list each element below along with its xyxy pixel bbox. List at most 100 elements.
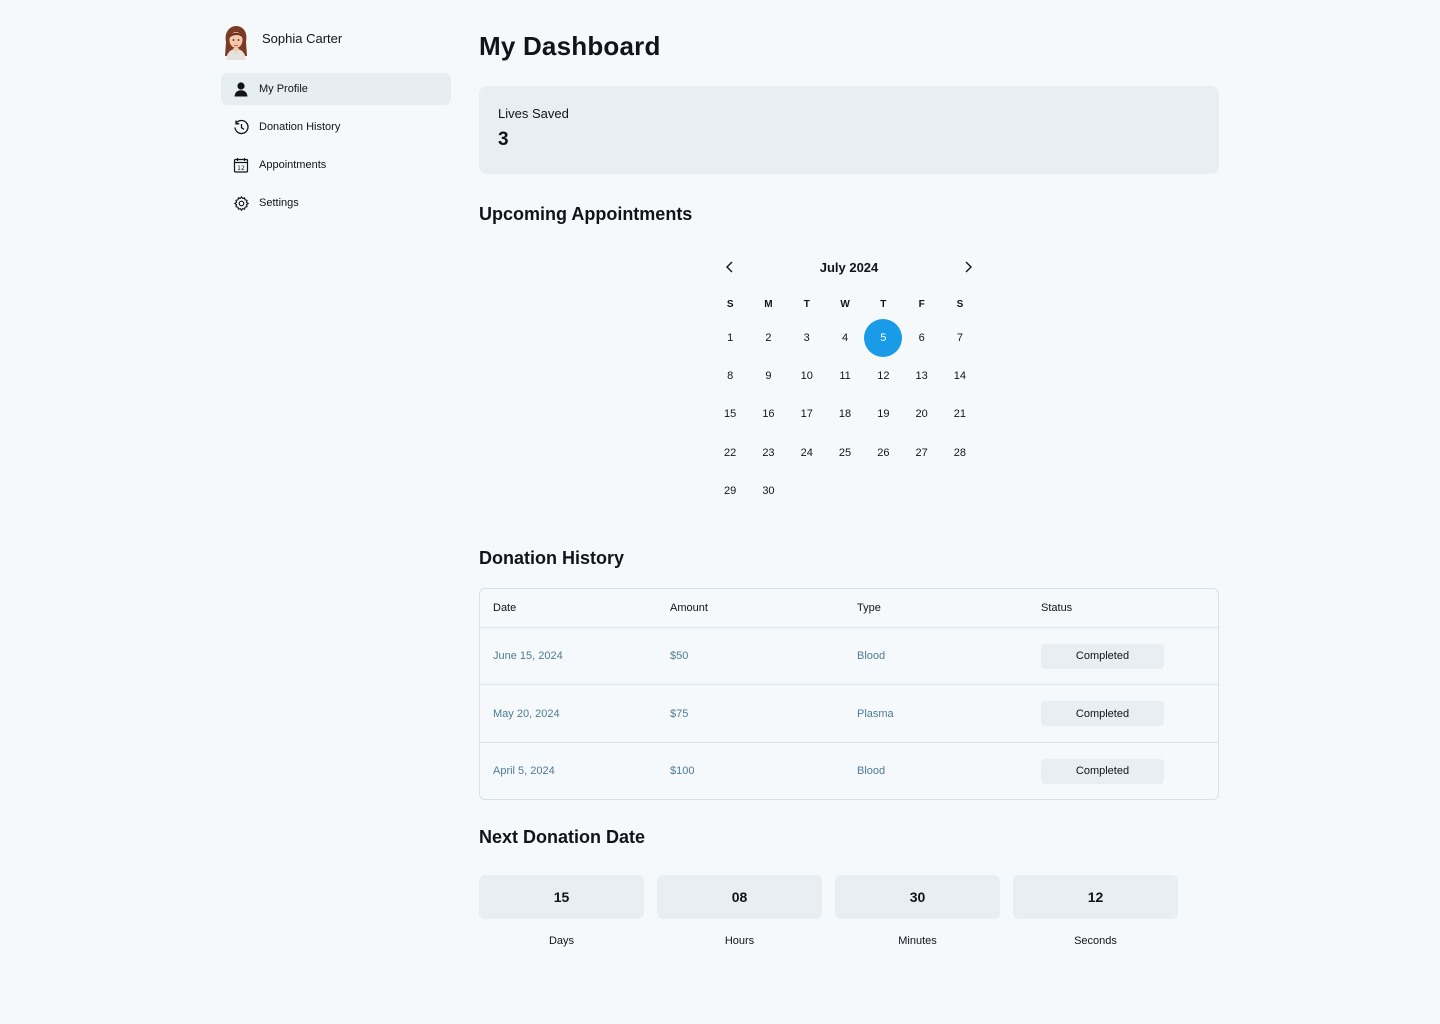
calendar-day-number: 11 bbox=[839, 370, 851, 383]
main-content: My Dashboard Lives Saved 3 Upcoming Appo… bbox=[479, 28, 1219, 947]
calendar-day-number: 3 bbox=[803, 332, 810, 345]
countdown-label: Days bbox=[548, 935, 575, 948]
calendar-day-number: 28 bbox=[953, 446, 967, 459]
calendar-day[interactable]: 25 bbox=[826, 434, 864, 472]
page-title: My Dashboard bbox=[479, 31, 661, 61]
donation-history-table: Date Amount Type Status June 15, 2024 $5… bbox=[479, 587, 1219, 801]
sidebar-item-label: Donation History bbox=[259, 121, 341, 133]
calendar-day[interactable]: 4 bbox=[826, 319, 864, 357]
cell-date: May 20, 2024 bbox=[493, 707, 560, 720]
calendar-day[interactable]: 30 bbox=[749, 472, 787, 510]
calendar-day[interactable]: 20 bbox=[902, 395, 940, 433]
column-header-type: Type bbox=[857, 601, 881, 614]
cell-amount: $100 bbox=[670, 765, 695, 778]
cell-amount: $50 bbox=[670, 650, 689, 663]
user-icon bbox=[232, 80, 250, 98]
chevron-left-icon bbox=[726, 261, 733, 273]
calendar-day-number: 26 bbox=[877, 446, 890, 459]
calendar-day-number: 19 bbox=[877, 408, 890, 421]
calendar-day[interactable]: 2 bbox=[749, 319, 787, 357]
calendar-day-number: 2 bbox=[765, 332, 772, 345]
calendar-day-number: 9 bbox=[765, 370, 772, 383]
calendar-day-number: 21 bbox=[953, 408, 967, 421]
weekday-label: F bbox=[918, 298, 925, 310]
stat-label: Lives Saved bbox=[498, 106, 569, 121]
calendar-day[interactable]: 8 bbox=[711, 357, 749, 395]
calendar-day-number: 8 bbox=[727, 370, 734, 383]
calendar-day-number: 24 bbox=[800, 446, 813, 459]
table-row[interactable]: April 5, 2024 $100 Blood Completed bbox=[480, 741, 1218, 800]
countdown-value: 30 bbox=[835, 875, 1000, 920]
avatar[interactable] bbox=[221, 26, 251, 60]
calendar-day-number: 5 bbox=[864, 319, 903, 358]
gear-icon bbox=[232, 194, 250, 212]
calendar: July 2024 S M T W T F S 1 2 3 4 5 6 7 8 9 10 11 12 13 14 15 16… bbox=[715, 255, 983, 510]
table-row[interactable]: June 15, 2024 $50 Blood Completed bbox=[480, 626, 1218, 685]
calendar-grid: S M T W T F S 1 2 3 4 5 6 7 8 9 10 11 12 13 14 15 16 17 18 19 20 21… bbox=[711, 289, 983, 510]
weekday-label: M bbox=[764, 298, 773, 310]
calendar-day-number: 18 bbox=[838, 408, 852, 421]
status-badge: Completed bbox=[1041, 701, 1164, 727]
calendar-day[interactable]: 3 bbox=[788, 319, 826, 357]
lives-saved-card: Lives Saved 3 bbox=[479, 86, 1219, 174]
sidebar-item-my-profile[interactable]: My Profile bbox=[221, 73, 451, 105]
calendar-day[interactable]: 22 bbox=[711, 434, 749, 472]
calendar-day[interactable]: 1 bbox=[711, 319, 749, 357]
countdown-label: Seconds bbox=[1074, 935, 1117, 948]
sidebar-item-label: Settings bbox=[259, 197, 299, 209]
cell-date: June 15, 2024 bbox=[493, 650, 563, 663]
sidebar-item-appointments[interactable]: 12 Appointments bbox=[221, 149, 451, 181]
weekday-label: S bbox=[956, 298, 964, 310]
calendar-day[interactable]: 17 bbox=[788, 395, 826, 433]
calendar-day[interactable]: 9 bbox=[749, 357, 787, 395]
weekday-label: T bbox=[803, 298, 810, 310]
calendar-day-number: 25 bbox=[838, 446, 852, 459]
calendar-day[interactable]: 12 bbox=[864, 357, 902, 395]
calendar-day[interactable]: 11 bbox=[826, 357, 864, 395]
table-row[interactable]: May 20, 2024 $75 Plasma Completed bbox=[480, 684, 1218, 742]
calendar-day[interactable]: 16 bbox=[749, 395, 787, 433]
appointments-title: Upcoming Appointments bbox=[479, 204, 693, 224]
calendar-day[interactable]: 18 bbox=[826, 395, 864, 433]
calendar-day[interactable]: 10 bbox=[788, 357, 826, 395]
calendar-day-number: 16 bbox=[762, 408, 775, 421]
calendar-day[interactable]: 29 bbox=[711, 472, 749, 510]
calendar-day[interactable]: 26 bbox=[864, 434, 902, 472]
calendar-month: July 2024 bbox=[819, 259, 879, 275]
calendar-day[interactable]: 24 bbox=[788, 434, 826, 472]
calendar-day[interactable]: 6 bbox=[902, 319, 940, 357]
calendar-day[interactable]: 28 bbox=[941, 434, 979, 472]
calendar-day-number: 12 bbox=[877, 370, 890, 383]
calendar-day-selected[interactable]: 5 bbox=[864, 319, 903, 358]
countdown: 15 Days 08 Hours 30 Minutes 12 Seconds bbox=[479, 875, 1219, 947]
calendar-day[interactable]: 15 bbox=[711, 395, 749, 433]
calendar-day[interactable]: 7 bbox=[941, 319, 979, 357]
calendar-day[interactable]: 14 bbox=[941, 357, 979, 395]
calendar-day-number: 23 bbox=[762, 446, 775, 459]
sidebar: Sophia Carter My Profile Donation Histor… bbox=[221, 24, 451, 225]
calendar-day-number: 7 bbox=[956, 332, 963, 345]
calendar-day[interactable]: 13 bbox=[902, 357, 940, 395]
calendar-day-number: 15 bbox=[724, 408, 737, 421]
sidebar-item-settings[interactable]: Settings bbox=[221, 187, 451, 219]
calendar-day[interactable]: 27 bbox=[902, 434, 940, 472]
chevron-right-icon bbox=[965, 261, 972, 273]
sidebar-item-donation-history[interactable]: Donation History bbox=[221, 111, 451, 143]
weekday-label: W bbox=[840, 298, 850, 310]
calendar-day-number: 13 bbox=[915, 370, 928, 383]
calendar-day-number: 17 bbox=[800, 408, 813, 421]
prev-month-button[interactable] bbox=[715, 255, 745, 279]
calendar-day-number: 29 bbox=[724, 484, 737, 497]
calendar-day[interactable]: 21 bbox=[941, 395, 979, 433]
weekday-label: T bbox=[880, 298, 887, 310]
status-badge: Completed bbox=[1041, 643, 1164, 669]
user-name: Sophia Carter bbox=[262, 30, 343, 46]
countdown-value: 15 bbox=[479, 875, 644, 920]
calendar-day[interactable]: 19 bbox=[864, 395, 902, 433]
sidebar-item-label: Appointments bbox=[259, 159, 327, 171]
user-profile: Sophia Carter bbox=[221, 24, 451, 60]
next-month-button[interactable] bbox=[953, 255, 983, 279]
calendar-day-number: 22 bbox=[724, 446, 737, 459]
calendar-day[interactable]: 23 bbox=[749, 434, 787, 472]
cell-amount: $75 bbox=[670, 707, 689, 720]
